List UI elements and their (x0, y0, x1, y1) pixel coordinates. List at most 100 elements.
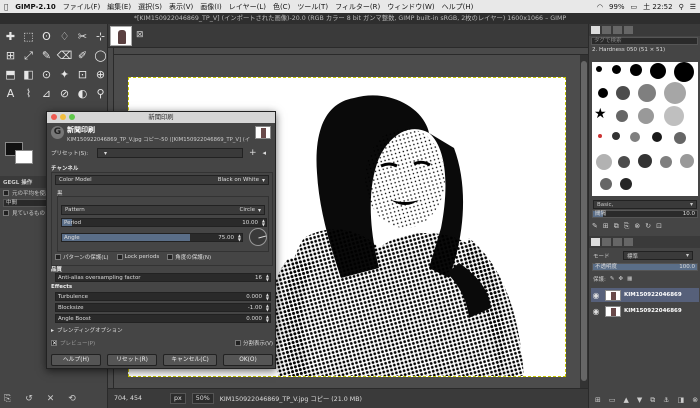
split-view-label[interactable]: 分割表示(V) (243, 339, 273, 347)
menu-edit[interactable]: 編集(E) (107, 2, 131, 12)
menu-image[interactable]: 画像(I) (200, 2, 222, 12)
duplicate-layer-icon[interactable]: ⧉ (650, 396, 655, 405)
checkbox[interactable] (3, 190, 9, 196)
pattern-select[interactable]: Pattern Circle ▾ (61, 205, 265, 215)
battery-icon[interactable]: ▭ (631, 3, 638, 11)
new-layer-icon[interactable]: ⊞ (595, 396, 601, 405)
angle-spinner[interactable]: Angle 75.00 ▲ ▼ (61, 233, 243, 242)
blending-options-label[interactable]: ブレンディングオプション (57, 326, 123, 334)
delete-layer-icon[interactable]: ⊗ (692, 396, 698, 405)
brush-item[interactable] (598, 88, 608, 98)
color-swatch[interactable] (5, 142, 41, 166)
save-options-icon[interactable]: ⎘ (4, 394, 11, 404)
menu-select[interactable]: 選択(S) (138, 2, 162, 12)
duplicate-brush-icon[interactable]: ⧉ (614, 222, 619, 231)
brush-preset-select[interactable]: Basic, ▾ (593, 200, 697, 209)
zoom-select[interactable]: 50% (191, 393, 214, 404)
layer-row[interactable]: ◉ KIM150922046869 (591, 304, 699, 318)
menu-filters[interactable]: フィルター(R) (335, 2, 380, 12)
split-view-checkbox[interactable] (234, 340, 241, 346)
gegl-tool-icon[interactable]: ◐ (74, 85, 91, 103)
preset-select[interactable]: ▾ (97, 148, 243, 158)
angleboost-spinner[interactable]: Angle Boost 0.000 ▲ ▼ (55, 314, 271, 323)
close-window-button[interactable] (51, 114, 57, 120)
add-preset-icon[interactable]: + (249, 148, 257, 158)
paths-tool-icon[interactable]: ⊕ (92, 66, 109, 84)
brush-item[interactable] (674, 62, 694, 82)
layers-tab-icon[interactable] (591, 238, 600, 246)
preview-checkbox[interactable]: ✕ (51, 340, 57, 347)
color-model-select[interactable]: Color Model Black on White ▾ (55, 175, 269, 185)
ink-tool-icon[interactable]: ✐ (74, 47, 91, 65)
dialog-titlebar[interactable]: 新聞印刷 (47, 112, 275, 123)
tag-filter-input[interactable]: タグで検索 (591, 37, 698, 45)
fonts-tab-icon[interactable] (613, 26, 622, 34)
app-menu[interactable]: GIMP-2.10 (15, 3, 56, 11)
gradients-tab-icon[interactable] (624, 26, 633, 34)
rect-select-tool-icon[interactable]: ⬚ (20, 28, 37, 46)
brush-item[interactable] (596, 66, 602, 72)
clone-tool-icon[interactable]: ◯ (92, 47, 109, 65)
spinner-arrows-icon[interactable]: ▲ ▼ (266, 304, 269, 312)
menu-extras-icon[interactable]: ☰ (690, 3, 696, 11)
patterns-tab-icon[interactable] (602, 26, 611, 34)
opacity-slider[interactable]: 不透明度 100.0 (592, 263, 698, 271)
brush-item[interactable] (600, 178, 612, 190)
brush-item[interactable] (650, 63, 666, 79)
refresh-brushes-icon[interactable]: ↻ (645, 222, 651, 231)
align-tool-icon[interactable]: ⊿ (38, 85, 55, 103)
transform-tool-icon[interactable]: ⊞ (2, 47, 19, 65)
antialias-spinner[interactable]: Anti-alias oversampling factor 16 ▲ ▼ (55, 273, 271, 282)
brush-item[interactable] (612, 132, 620, 140)
brush-item[interactable] (616, 86, 630, 100)
cancel-button[interactable]: キャンセル(C) (163, 354, 217, 366)
raise-layer-icon[interactable]: ▲ (624, 396, 629, 405)
spinner-arrows-icon[interactable]: ▲ ▼ (266, 274, 269, 282)
spinner-arrows-icon[interactable]: ▲ ▼ (238, 234, 241, 242)
dodge-tool-icon[interactable]: ⊡ (74, 66, 91, 84)
menu-windows[interactable]: ウィンドウ(W) (387, 2, 434, 12)
warp-tool-icon[interactable]: ⤢ (20, 47, 37, 65)
lasso-tool-icon[interactable]: ʘ (38, 28, 55, 46)
expander-arrow-icon[interactable]: ▸ (51, 327, 54, 334)
delete-options-icon[interactable]: ✕ (47, 394, 55, 404)
brush-item[interactable] (680, 154, 694, 168)
unit-select[interactable]: px (170, 393, 186, 404)
open-as-image-icon[interactable]: ⊡ (656, 222, 662, 231)
visibility-eye-icon[interactable]: ◉ (591, 307, 601, 316)
anchor-layer-icon[interactable]: ⚓ (663, 396, 669, 405)
zoom-tool-icon[interactable]: ⚲ (92, 85, 109, 103)
lock-pixels-icon[interactable]: ✎ (610, 276, 615, 282)
edit-brush-icon[interactable]: ✎ (592, 222, 598, 231)
scissors-tool-icon[interactable]: ✂ (74, 28, 91, 46)
lock-periods-label[interactable]: Lock periods (125, 254, 160, 260)
wifi-icon[interactable]: ◠ (597, 3, 603, 11)
new-brush-icon[interactable]: ⊞ (603, 222, 609, 231)
help-button[interactable]: ヘルプ(H) (51, 354, 101, 366)
blocksize-spinner[interactable]: Blocksize -1.00 ▲ ▼ (55, 303, 271, 312)
menu-help[interactable]: ヘルプ(H) (442, 2, 474, 12)
turbulence-spinner[interactable]: Turbulence 0.000 ▲ ▼ (55, 292, 271, 301)
paintbrush-tool-icon[interactable]: ✎ (38, 47, 55, 65)
lock-pattern-label[interactable]: パターンの保護(L) (63, 253, 109, 261)
spinner-arrows-icon[interactable]: ▲ ▼ (266, 293, 269, 301)
angle-dial[interactable] (249, 228, 267, 246)
reset-button[interactable]: リセット(R) (107, 354, 157, 366)
text-tool-icon[interactable]: A (2, 85, 19, 103)
brush-item[interactable] (638, 154, 652, 168)
lock-alpha-icon[interactable]: ▦ (627, 276, 632, 282)
layer-name[interactable]: KIM150922046869 (624, 292, 682, 298)
clock[interactable]: 土 22:52 (643, 2, 672, 12)
color-picker-tool-icon[interactable]: ⊘ (56, 85, 73, 103)
move-tool-icon[interactable]: ✚ (2, 28, 19, 46)
zoom-window-button[interactable] (69, 114, 75, 120)
lower-layer-icon[interactable]: ▼ (637, 396, 642, 405)
menu-view[interactable]: 表示(V) (169, 2, 193, 12)
spinner-arrows-icon[interactable]: ▲ ▼ (262, 219, 265, 227)
fuzzy-select-tool-icon[interactable]: ♢ (56, 28, 73, 46)
apple-icon[interactable]:  (4, 3, 8, 11)
brush-item[interactable] (630, 132, 640, 142)
brush-item[interactable] (664, 82, 686, 104)
scrollbar-thumb[interactable] (581, 61, 587, 381)
brush-item[interactable] (618, 156, 630, 168)
